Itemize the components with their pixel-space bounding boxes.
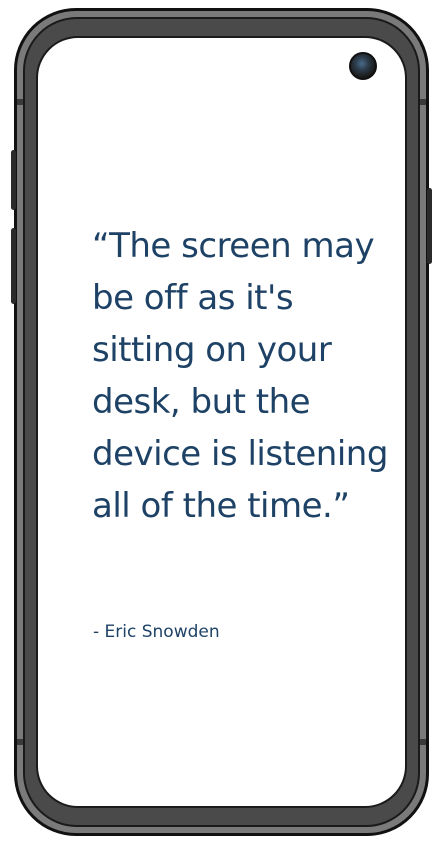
volume-down-button (11, 228, 16, 304)
power-button (427, 188, 432, 264)
front-camera-icon (349, 52, 377, 80)
quote-text: “The screen may be off as it's sitting o… (92, 226, 388, 526)
volume-up-button (11, 150, 16, 210)
phone-screen: “The screen may be off as it's sitting o… (36, 36, 407, 808)
quote-author: - Eric Snowden (93, 622, 220, 642)
